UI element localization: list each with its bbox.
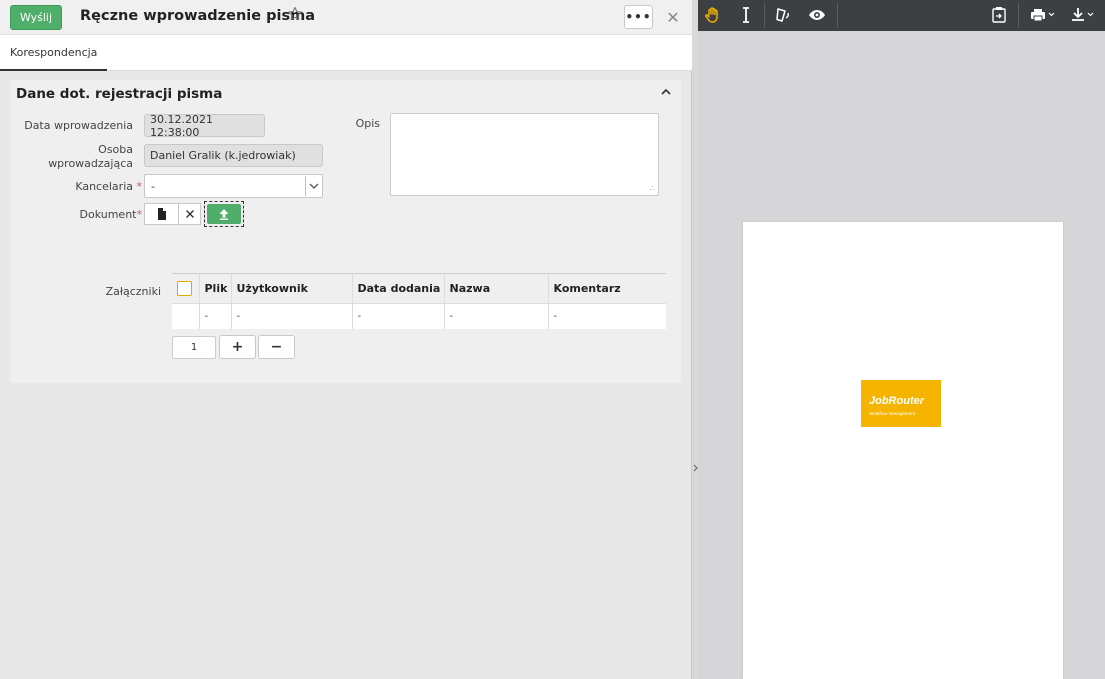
- toolbar-divider: [764, 3, 765, 28]
- table-cell: -: [351, 303, 444, 329]
- print-icon[interactable]: [1028, 4, 1058, 26]
- header-bar: Wyślij Ręczne wprowadzenie pisma ••• ✕: [0, 0, 692, 35]
- send-button[interactable]: Wyślij: [10, 5, 62, 30]
- form-panel: Wyślij Ręczne wprowadzenie pisma ••• ✕ K…: [0, 0, 692, 679]
- person-field: Daniel Gralik (k.jedrowiak): [144, 144, 323, 167]
- description-label: Opis: [355, 117, 380, 130]
- resize-handle-icon[interactable]: ∴: [650, 184, 655, 193]
- column-header[interactable]: Plik: [198, 273, 231, 304]
- column-header[interactable]: Użytkownik: [230, 273, 352, 304]
- toolbar-divider: [1018, 3, 1019, 28]
- rotate-icon[interactable]: [772, 4, 794, 26]
- text-select-icon[interactable]: [735, 4, 757, 26]
- select-all-checkbox[interactable]: [177, 281, 192, 296]
- entry-date-label: Data wprowadzenia: [24, 119, 133, 132]
- entry-date-field: 30.12.2021 12:38:00: [144, 113, 265, 139]
- upload-icon: [207, 204, 241, 224]
- office-label: Kancelaria *: [75, 180, 142, 193]
- table-row[interactable]: - - - - -: [172, 303, 666, 329]
- viewer-toolbar: [698, 0, 1105, 31]
- section-title: Dane dot. rejestracji pisma: [16, 86, 223, 102]
- document-viewer: JobRouter Workflow Management: [698, 0, 1105, 679]
- document-controls: [144, 203, 201, 225]
- jobrouter-logo: JobRouter Workflow Management: [861, 380, 941, 427]
- select-all-cell: [172, 273, 199, 304]
- person-label: Osoba wprowadzająca: [48, 143, 133, 170]
- table-header-row: Plik Użytkownik Data dodania Nazwa Komen…: [172, 273, 666, 304]
- eye-icon[interactable]: [806, 4, 828, 26]
- close-icon[interactable]: ✕: [663, 6, 683, 28]
- add-row-button[interactable]: +: [219, 335, 256, 359]
- attachments-label: Załączniki: [105, 285, 161, 298]
- document-label: Dokument*: [79, 208, 142, 221]
- office-select[interactable]: -: [144, 174, 323, 198]
- remove-row-button[interactable]: −: [258, 335, 295, 359]
- document-page: JobRouter Workflow Management: [743, 222, 1063, 679]
- file-icon[interactable]: [144, 203, 179, 225]
- page-number-input[interactable]: 1: [172, 336, 216, 359]
- table-cell: -: [443, 303, 548, 329]
- description-textarea[interactable]: ∴: [390, 113, 659, 196]
- table-cell: -: [230, 303, 352, 329]
- registration-section: Dane dot. rejestracji pisma Data wprowad…: [10, 80, 681, 383]
- clear-document-icon[interactable]: [179, 203, 201, 225]
- download-icon[interactable]: [1068, 4, 1098, 26]
- column-header[interactable]: Komentarz: [547, 273, 666, 304]
- upload-button[interactable]: [204, 201, 244, 227]
- paste-icon[interactable]: [988, 4, 1010, 26]
- table-cell: -: [547, 303, 666, 329]
- star-icon[interactable]: [287, 6, 303, 26]
- hand-tool-icon[interactable]: [702, 4, 724, 26]
- table-cell: -: [198, 303, 231, 329]
- chevron-down-icon: [305, 176, 321, 196]
- toolbar-divider: [837, 3, 838, 28]
- chevron-up-icon[interactable]: [660, 86, 674, 100]
- tab-bar: Korespondencja: [0, 35, 692, 71]
- tab-korespondencja[interactable]: Korespondencja: [0, 35, 108, 71]
- page-title: Ręczne wprowadzenie pisma: [80, 8, 316, 24]
- more-options-button[interactable]: •••: [624, 5, 653, 29]
- attachments-table: Plik Użytkownik Data dodania Nazwa Komen…: [172, 273, 666, 329]
- column-header[interactable]: Nazwa: [443, 273, 548, 304]
- table-cell: [172, 303, 199, 329]
- column-header[interactable]: Data dodania: [351, 273, 444, 304]
